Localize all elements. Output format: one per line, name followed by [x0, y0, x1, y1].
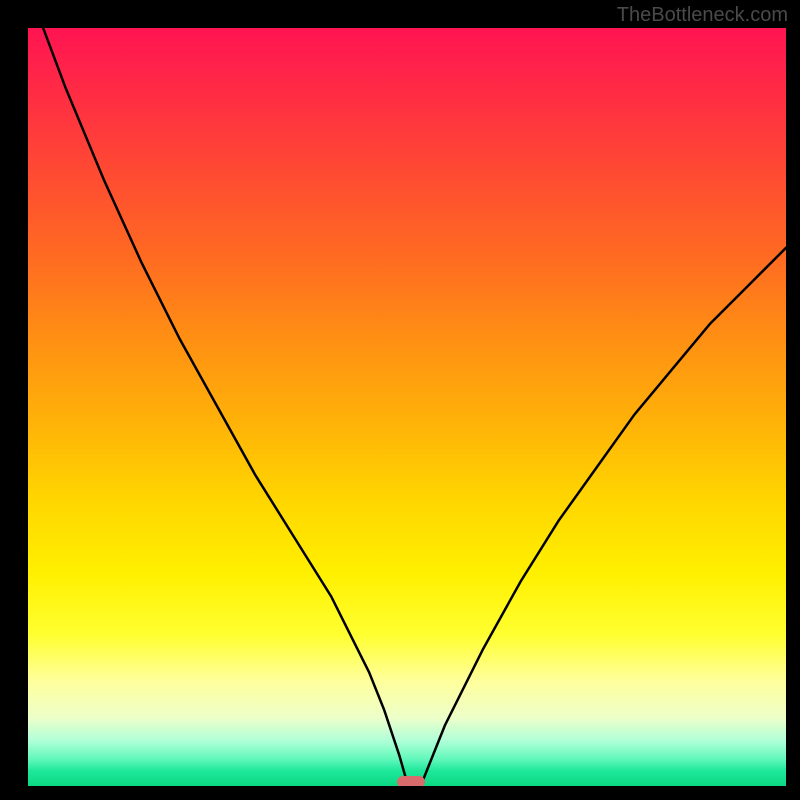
bottleneck-curve [28, 28, 786, 782]
minimum-marker [397, 776, 425, 786]
curve-layer [28, 28, 786, 786]
watermark-text: TheBottleneck.com [617, 4, 788, 27]
chart-container: TheBottleneck.com [0, 0, 800, 800]
plot-area [28, 28, 786, 786]
